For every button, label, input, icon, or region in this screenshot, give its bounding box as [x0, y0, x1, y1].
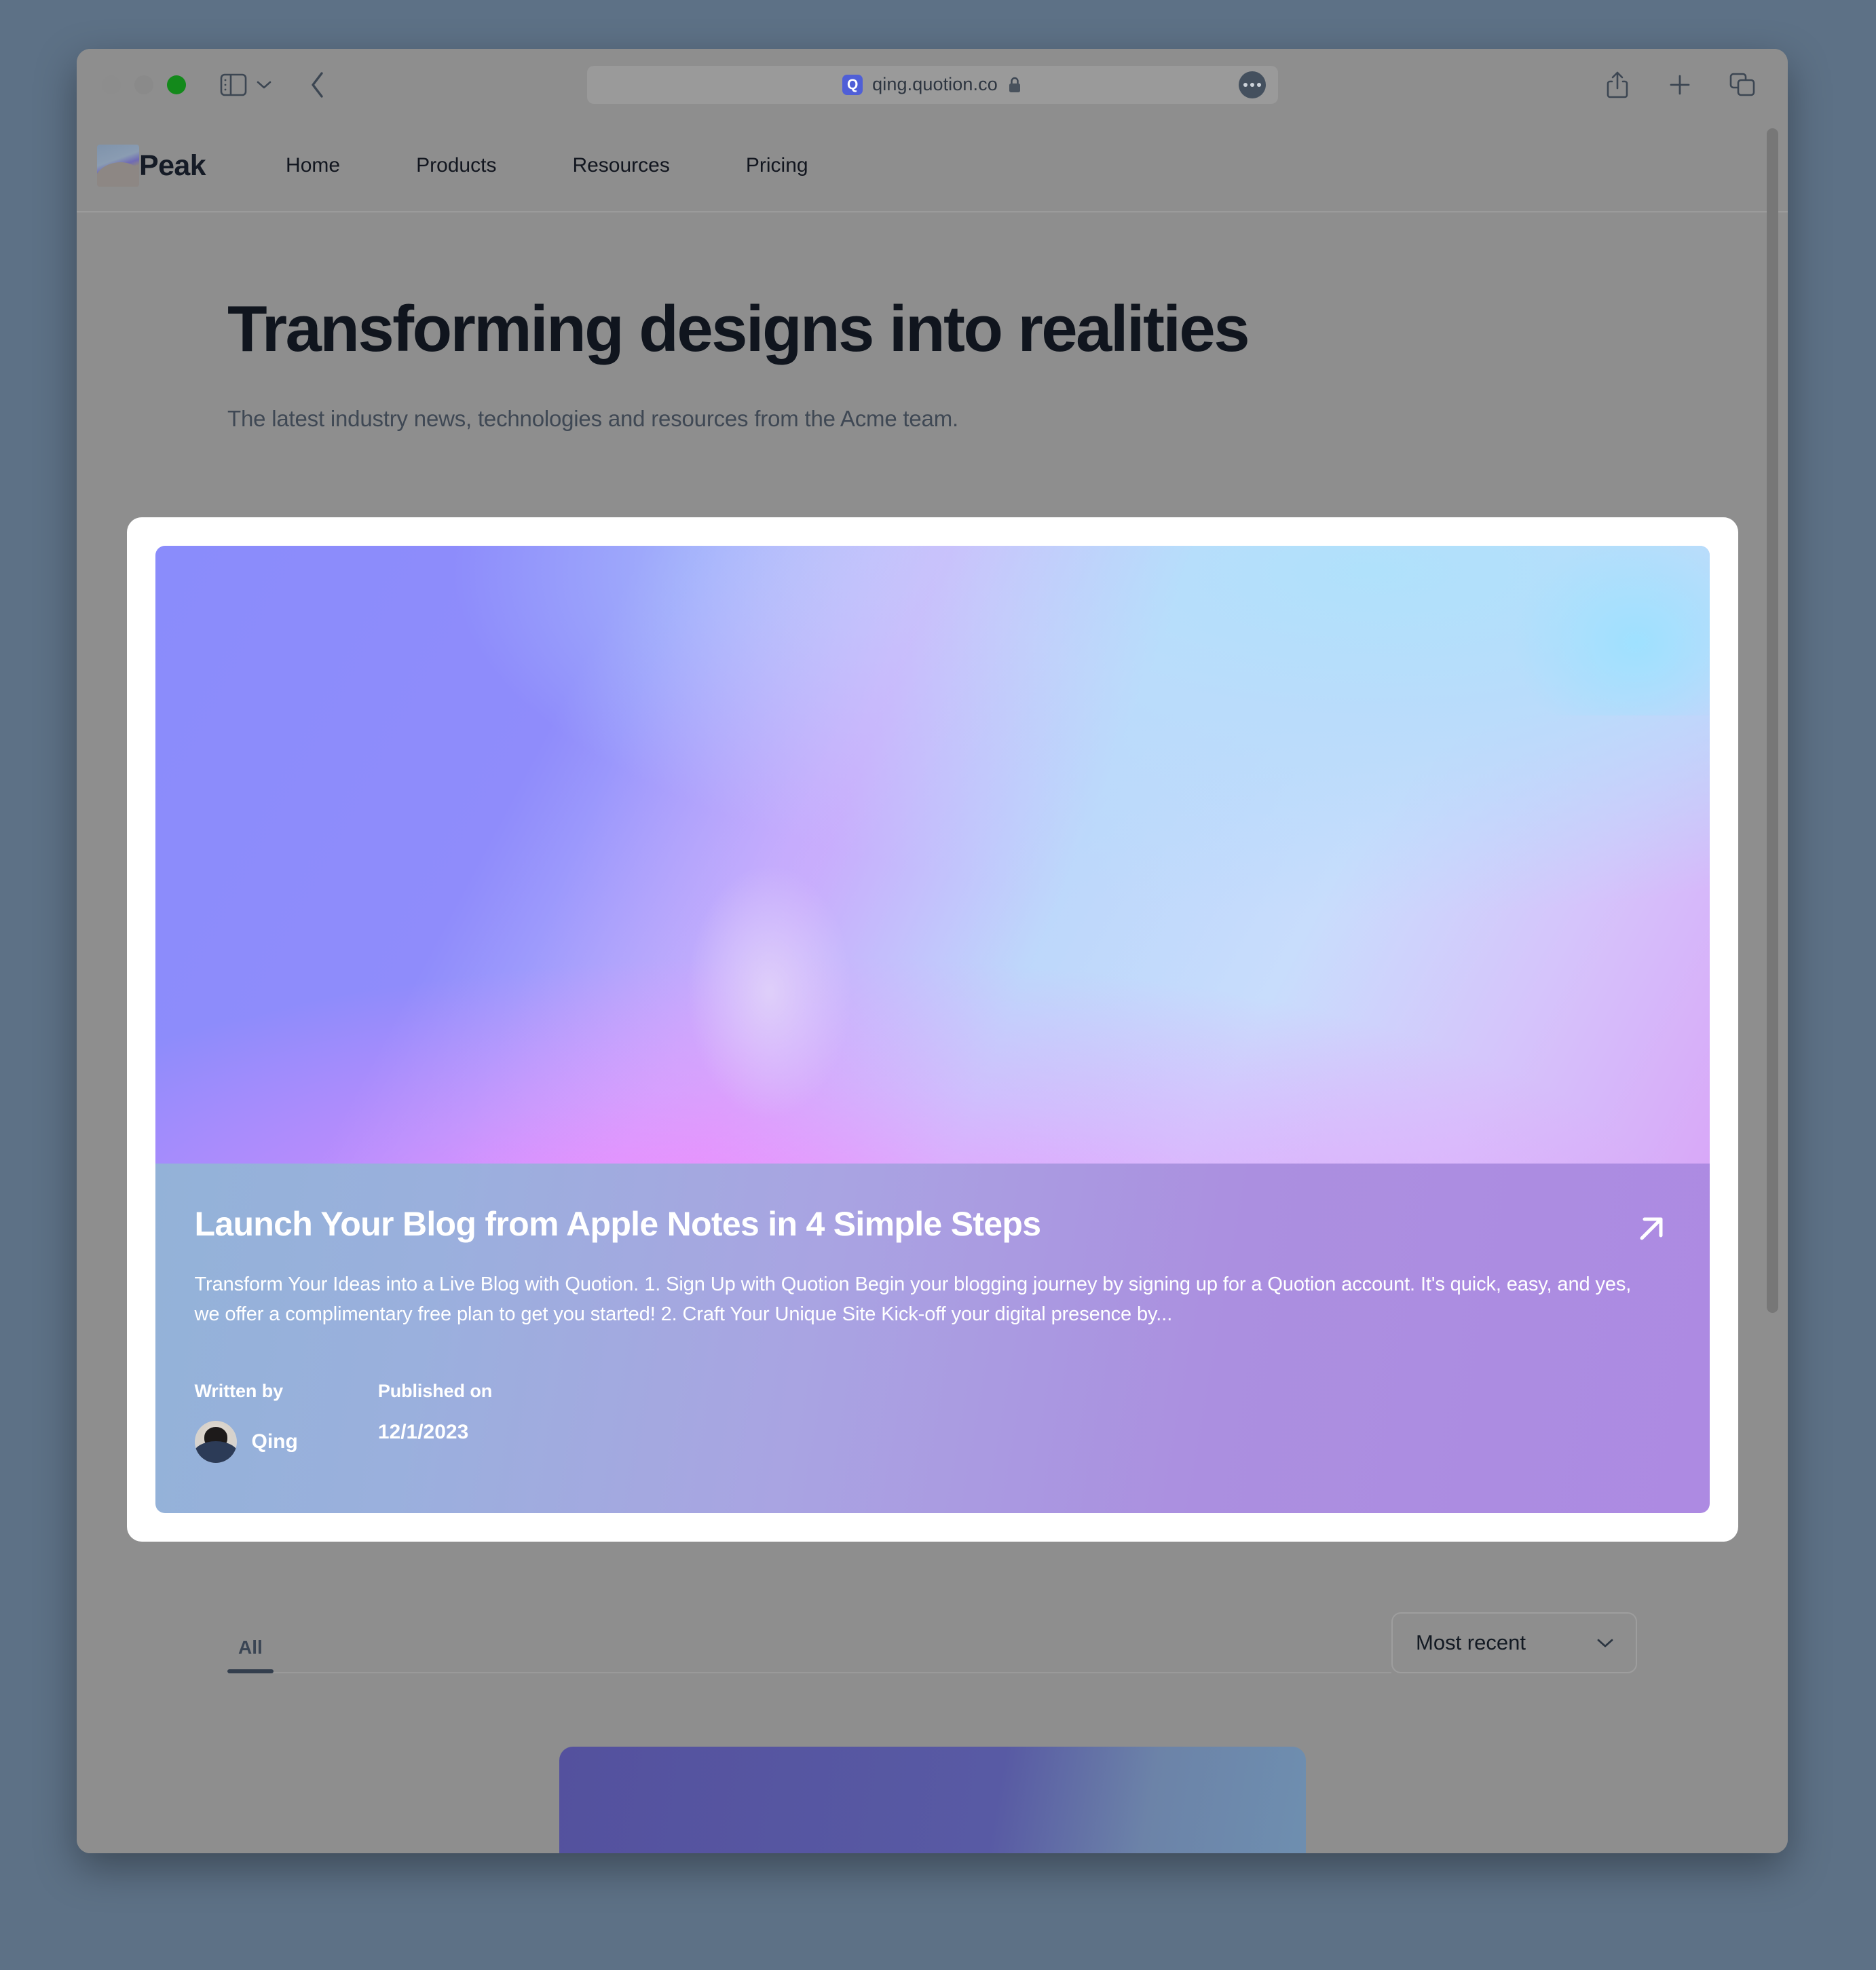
toolbar-right-actions — [1600, 68, 1759, 102]
nav-item-resources[interactable]: Resources — [534, 154, 707, 177]
minimize-window-button[interactable] — [134, 75, 153, 94]
sidebar-controls — [219, 70, 276, 100]
sort-dropdown-value: Most recent — [1416, 1630, 1526, 1654]
browser-toolbar: Q qing.quotion.co — [77, 49, 1788, 120]
tab-all[interactable]: All — [227, 1637, 274, 1673]
sidebar-toggle-icon[interactable] — [219, 70, 248, 100]
featured-card-inner: Launch Your Blog from Apple Notes in 4 S… — [155, 545, 1710, 1513]
browser-window: Q qing.quotion.co Peak Home Products Res… — [77, 49, 1788, 1853]
page-subtitle: The latest industry news, technologies a… — [227, 405, 958, 431]
address-bar-content: Q qing.quotion.co — [842, 74, 1022, 95]
page-scrollbar-thumb[interactable] — [1767, 128, 1778, 1313]
avatar — [194, 1420, 237, 1463]
close-window-button[interactable] — [102, 75, 121, 94]
featured-post-body: Launch Your Blog from Apple Notes in 4 S… — [155, 1163, 1710, 1513]
main-navigation: Home Products Resources Pricing — [248, 154, 846, 177]
page-hero: Transforming designs into realities The … — [77, 212, 1788, 432]
back-navigation-icon[interactable] — [301, 69, 334, 101]
featured-post-meta: Written by Qing Published on 12/1/2023 — [194, 1380, 1670, 1463]
address-url-text: qing.quotion.co — [872, 74, 998, 94]
nav-item-pricing[interactable]: Pricing — [708, 154, 846, 177]
meta-author-column: Written by Qing — [194, 1380, 298, 1463]
new-tab-icon[interactable] — [1663, 68, 1697, 102]
page-options-icon[interactable] — [1238, 71, 1266, 98]
next-post-card-preview[interactable] — [559, 1746, 1306, 1853]
featured-post-headline: Launch Your Blog from Apple Notes in 4 S… — [194, 1204, 1042, 1243]
gradient-blob-top-right — [1465, 545, 1710, 715]
filter-row: All Most recent — [227, 1612, 1637, 1673]
published-date: 12/1/2023 — [377, 1420, 469, 1443]
featured-post-excerpt: Transform Your Ideas into a Live Blog wi… — [194, 1273, 1632, 1325]
arrow-up-right-icon[interactable] — [1632, 1210, 1670, 1248]
nav-item-home[interactable]: Home — [248, 154, 378, 177]
page-title: Transforming designs into realities — [227, 293, 1250, 365]
chevron-down-icon — [1595, 1637, 1615, 1649]
page-viewport: Peak Home Products Resources Pricing Tra… — [77, 120, 1788, 1853]
mountain-logo-icon — [97, 145, 139, 187]
zoom-window-button[interactable] — [167, 75, 186, 94]
site-favicon: Q — [842, 74, 863, 95]
category-tabs: All — [227, 1637, 1391, 1673]
meta-published-column: Published on 12/1/2023 — [378, 1381, 492, 1463]
window-traffic-lights — [102, 75, 186, 94]
featured-post-image — [155, 545, 1710, 1164]
author-row: Qing — [194, 1420, 298, 1463]
tab-overview-icon[interactable] — [1725, 68, 1759, 102]
sort-dropdown[interactable]: Most recent — [1391, 1612, 1637, 1673]
lock-icon — [1007, 76, 1022, 94]
brand-logo[interactable]: Peak — [97, 145, 206, 187]
featured-post-card[interactable]: Launch Your Blog from Apple Notes in 4 S… — [126, 517, 1738, 1542]
brand-name: Peak — [139, 149, 206, 182]
author-name: Qing — [251, 1430, 298, 1453]
featured-headline-row: Launch Your Blog from Apple Notes in 4 S… — [194, 1204, 1670, 1248]
address-bar-container: Q qing.quotion.co — [586, 65, 1278, 104]
share-icon[interactable] — [1600, 68, 1634, 102]
chevron-down-icon[interactable] — [252, 70, 276, 100]
site-header: Peak Home Products Resources Pricing — [77, 120, 1788, 212]
published-on-label: Published on — [377, 1380, 493, 1401]
nav-item-products[interactable]: Products — [378, 154, 534, 177]
page-scrollbar[interactable] — [1765, 120, 1782, 1853]
written-by-label: Written by — [194, 1380, 284, 1401]
address-bar[interactable]: Q qing.quotion.co — [586, 65, 1278, 104]
